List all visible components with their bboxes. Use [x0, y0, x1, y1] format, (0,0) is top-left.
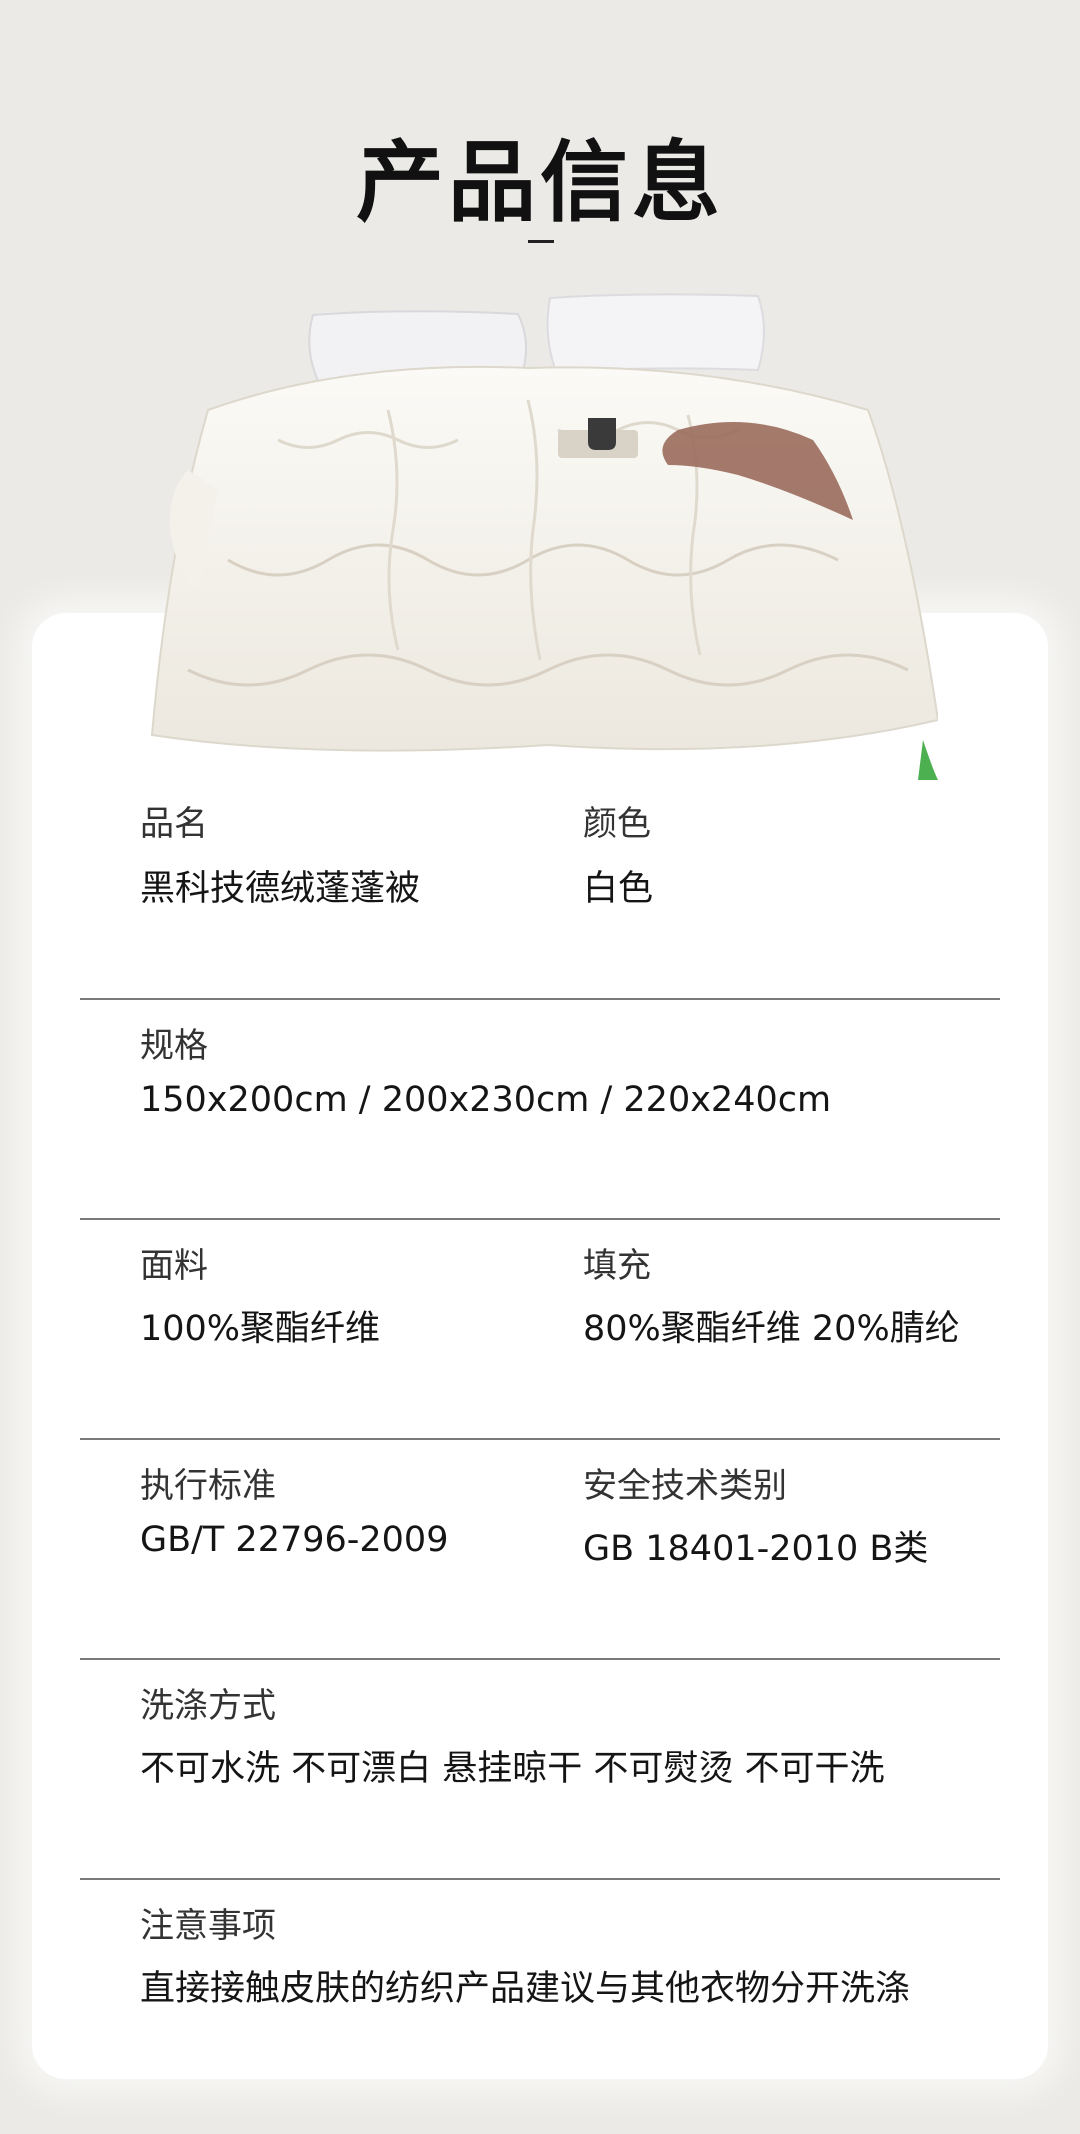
comforter-product-image	[150, 293, 938, 780]
spec-row: 面料 100%聚酯纤维 填充 80%聚酯纤维 20%腈纶	[80, 1220, 1000, 1440]
spec-value: 黑科技德绒蓬蓬被	[140, 869, 421, 909]
spec-label: 颜色	[583, 804, 651, 844]
spec-label: 安全技术类别	[583, 1466, 787, 1506]
spec-value: 80%聚酯纤维 20%腈纶	[583, 1309, 960, 1349]
page-title: 产品信息	[355, 131, 724, 234]
spec-label: 执行标准	[140, 1466, 276, 1506]
spec-value: GB/T 22796-2009	[140, 1520, 449, 1560]
spec-value: 150x200cm / 200x230cm / 220x240cm	[140, 1080, 832, 1120]
spec-label: 洗涤方式	[140, 1686, 276, 1726]
comforter-body	[150, 365, 938, 752]
spec-row: 执行标准 GB/T 22796-2009 安全技术类别 GB 18401-201…	[80, 1440, 1000, 1660]
spec-row: 规格 150x200cm / 200x230cm / 220x240cm	[80, 1000, 1000, 1220]
spec-label: 品名	[140, 804, 208, 844]
spec-label: 注意事项	[140, 1906, 276, 1946]
spec-label: 面料	[140, 1246, 208, 1286]
spec-row: 品名 黑科技德绒蓬蓬被 颜色 白色	[80, 780, 1000, 1000]
title-divider	[528, 240, 554, 243]
spec-table: 品名 黑科技德绒蓬蓬被 颜色 白色 规格 150x200cm / 200x230…	[80, 780, 1000, 2098]
mug-icon	[588, 418, 616, 450]
spec-value: 白色	[583, 869, 654, 909]
pillow-right	[546, 293, 765, 374]
spec-row: 洗涤方式 不可水洗 不可漂白 悬挂晾干 不可熨烫 不可干洗	[80, 1660, 1000, 1880]
spec-value: 直接接触皮肤的纺织产品建议与其他衣物分开洗涤	[140, 1969, 911, 2009]
spec-value: 100%聚酯纤维	[140, 1309, 381, 1349]
spec-row: 注意事项 直接接触皮肤的纺织产品建议与其他衣物分开洗涤	[80, 1880, 1000, 2098]
spec-label: 规格	[140, 1026, 208, 1066]
spec-label: 填充	[583, 1246, 651, 1286]
spec-value: GB 18401-2010 B类	[583, 1529, 929, 1569]
spec-value: 不可水洗 不可漂白 悬挂晾干 不可熨烫 不可干洗	[140, 1749, 885, 1789]
